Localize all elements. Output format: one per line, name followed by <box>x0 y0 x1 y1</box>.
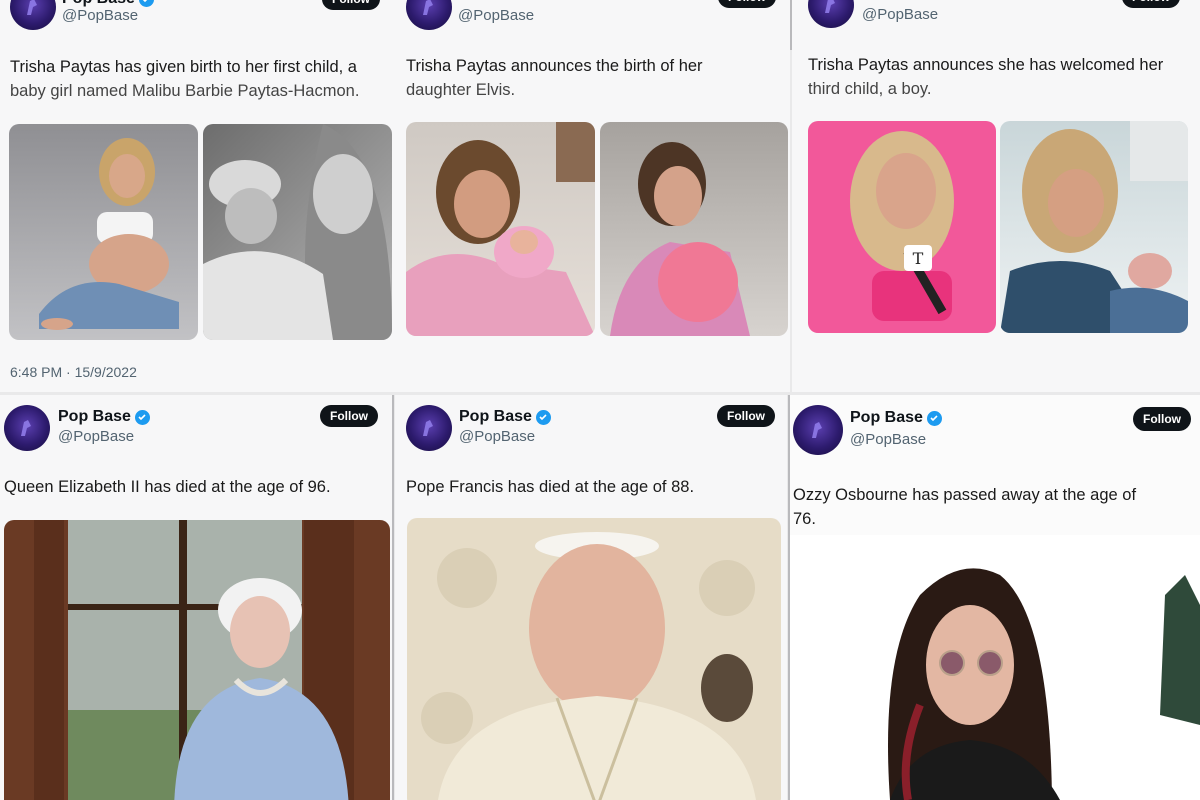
tweet-card-5: Pop Base @PopBase Follow Pope Francis ha… <box>395 395 787 800</box>
photo-person-figure <box>1000 121 1188 333</box>
popbase-logo-icon <box>21 420 31 436</box>
photo-person-figure <box>421 532 756 800</box>
account-handle[interactable]: @PopBase <box>850 431 926 448</box>
tweet-text: Pope Francis has died at the age of 88. <box>406 478 695 496</box>
mic-flag-letter: T <box>913 249 924 268</box>
tweet-card-4: Pop Base @PopBase Follow Queen Elizabeth… <box>0 395 392 800</box>
follow-button[interactable]: Follow <box>320 405 378 427</box>
avatar[interactable] <box>406 0 452 30</box>
verified-badge-icon <box>138 0 154 7</box>
photo-person-figure: T <box>850 131 954 321</box>
tweet-text: Queen Elizabeth II has died at the age o… <box>4 478 331 496</box>
popbase-logo-icon <box>812 422 822 438</box>
tweet-photo[interactable]: T <box>808 121 996 333</box>
popbase-logo-icon <box>423 420 433 436</box>
tweet-photo[interactable] <box>1000 121 1188 333</box>
avatar[interactable] <box>808 0 854 28</box>
tweet-text-line: Trisha Paytas announces the birth of her <box>406 57 703 75</box>
account-name[interactable]: Pop Base <box>850 409 942 427</box>
popbase-logo-icon <box>423 0 433 15</box>
column-divider <box>392 395 394 800</box>
avatar[interactable] <box>10 0 56 30</box>
account-handle[interactable]: @PopBase <box>58 428 134 445</box>
tweet-photo[interactable] <box>406 122 595 336</box>
account-name[interactable]: Pop Base <box>58 408 150 426</box>
avatar[interactable] <box>4 405 50 451</box>
tweet-card-6: Pop Base @PopBase Follow Ozzy Osbourne h… <box>790 395 1200 800</box>
tweet-text: Trisha Paytas announces the birth of her… <box>406 54 786 102</box>
tweet-photo[interactable] <box>4 520 390 800</box>
account-name[interactable]: Pop Base <box>459 408 551 426</box>
account-handle[interactable]: @PopBase <box>862 6 938 23</box>
tweet-card-2: @PopBase Follow Trisha Paytas announces … <box>398 0 790 392</box>
photo-person-figure <box>34 520 354 800</box>
verified-badge-icon <box>926 410 942 426</box>
account-handle[interactable]: @PopBase <box>62 7 138 24</box>
account-name-label: Pop Base <box>58 408 131 425</box>
tweet-text-line: third child, a boy. <box>808 80 932 98</box>
tweet-photo[interactable] <box>407 518 781 800</box>
tweet-photo[interactable] <box>9 124 198 340</box>
follow-button[interactable]: Follow <box>1133 407 1191 431</box>
photo-person-figure <box>203 124 392 340</box>
tweet-text-line: Ozzy Osbourne has passed away at the age… <box>793 486 1137 504</box>
avatar[interactable] <box>793 405 843 455</box>
tweet-text-line: Trisha Paytas has given birth to her fir… <box>10 58 357 76</box>
column-divider <box>790 0 792 50</box>
photo-person-figure <box>888 568 1200 800</box>
account-name-label: Pop Base <box>850 409 923 426</box>
tweet-photo[interactable] <box>600 122 788 336</box>
account-name-label: Pop Base <box>459 408 532 425</box>
tweet-text-line: baby girl named Malibu Barbie Paytas-Hac… <box>10 82 360 100</box>
tweet-timestamp[interactable]: 6:48 PM · 15/9/2022 <box>10 364 137 380</box>
tweet-text: Trisha Paytas announces she has welcomed… <box>808 53 1198 101</box>
tweet-text-line: 76. <box>793 510 816 528</box>
popbase-logo-icon <box>825 0 835 13</box>
photo-person-figure <box>610 142 750 336</box>
photo-person-figure <box>406 122 595 336</box>
account-handle[interactable]: @PopBase <box>458 7 534 24</box>
tweet-text: Ozzy Osbourne has passed away at the age… <box>793 483 1198 531</box>
tweet-text: Trisha Paytas has given birth to her fir… <box>10 55 395 103</box>
photo-person-figure <box>39 138 179 330</box>
follow-button[interactable]: Follow <box>718 0 776 8</box>
verified-badge-icon <box>134 409 150 425</box>
column-divider <box>788 395 790 800</box>
popbase-logo-icon <box>27 0 37 15</box>
tweet-text-line: daughter Elvis. <box>406 81 516 99</box>
tweet-photo[interactable] <box>790 535 1200 800</box>
follow-button[interactable]: Follow <box>322 0 380 10</box>
account-handle[interactable]: @PopBase <box>459 428 535 445</box>
follow-button[interactable]: Follow <box>717 405 775 427</box>
follow-button[interactable]: Follow <box>1122 0 1180 8</box>
tweet-text-line: Trisha Paytas announces she has welcomed… <box>808 56 1164 74</box>
tweet-card-3: @PopBase Follow Trisha Paytas announces … <box>792 0 1200 392</box>
tweet-card-1: Pop Base @PopBase Follow Trisha Paytas h… <box>0 0 398 392</box>
tweet-photo[interactable] <box>203 124 392 340</box>
verified-badge-icon <box>535 409 551 425</box>
avatar[interactable] <box>406 405 452 451</box>
